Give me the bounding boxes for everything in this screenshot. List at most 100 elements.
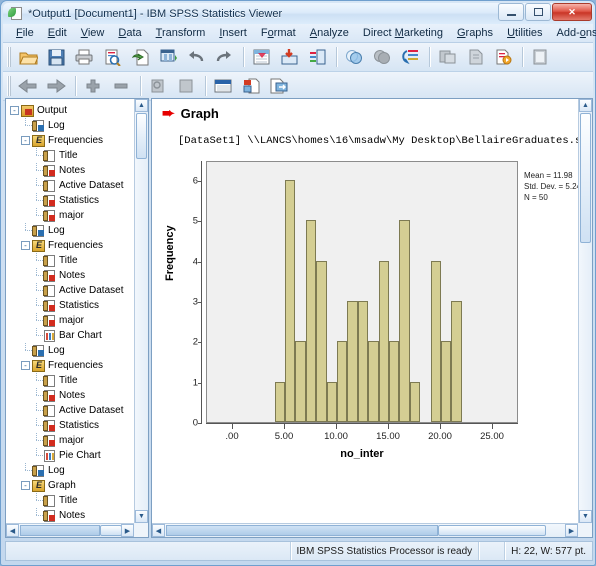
tree-node[interactable]: Notes xyxy=(10,388,134,403)
tree-node[interactable]: - Frequencies xyxy=(10,358,134,373)
menu-data[interactable]: Data xyxy=(111,26,148,40)
scroll-left-arrow[interactable]: ◀ xyxy=(6,524,19,537)
tree-node[interactable]: Log xyxy=(10,223,134,238)
menu-view[interactable]: View xyxy=(74,26,112,40)
tree-node[interactable]: Statistics xyxy=(10,418,134,433)
tree-node[interactable]: Title xyxy=(10,493,134,508)
tree-node[interactable]: - Output xyxy=(10,103,134,118)
tree-node[interactable]: Log xyxy=(10,463,134,478)
weight-cases-icon[interactable] xyxy=(369,45,395,70)
show-all-variables-icon[interactable] xyxy=(490,45,516,70)
histogram-chart[interactable]: Frequency 0123456 .00 5.00 10.00 15.00 20.00… xyxy=(162,161,578,481)
tree-expander-toggle[interactable]: - xyxy=(21,241,30,250)
tree-expander-toggle[interactable]: - xyxy=(21,361,30,370)
goto-data-icon[interactable] xyxy=(248,45,274,70)
menu-format[interactable]: Format xyxy=(254,26,303,40)
content-vertical-scrollbar[interactable]: ▲ ▼ xyxy=(578,99,592,523)
tree-expander-toggle[interactable]: - xyxy=(10,106,19,115)
tree-node[interactable]: - Frequencies xyxy=(10,133,134,148)
tree-node[interactable]: Title xyxy=(10,373,134,388)
scroll-down-arrow[interactable]: ▼ xyxy=(135,510,148,523)
scroll-track[interactable] xyxy=(166,525,438,536)
tree-node[interactable]: Log xyxy=(10,118,134,133)
print-preview-icon[interactable] xyxy=(99,45,125,70)
scroll-up-arrow[interactable]: ▲ xyxy=(135,99,148,112)
scroll-thumb[interactable] xyxy=(580,113,591,243)
tree-node[interactable]: Active Dataset xyxy=(10,178,134,193)
tree-node[interactable]: Active Dataset xyxy=(10,403,134,418)
insert-text-icon[interactable] xyxy=(238,74,264,99)
undo-icon[interactable] xyxy=(183,45,209,70)
export-icon[interactable] xyxy=(127,45,153,70)
graph-heading[interactable]: ➨ Graph xyxy=(162,106,578,122)
tree-node[interactable]: Active Dataset xyxy=(10,283,134,298)
menu-insert[interactable]: Insert xyxy=(212,26,254,40)
back-arrow-icon[interactable] xyxy=(15,74,41,99)
forward-arrow-icon[interactable] xyxy=(43,74,69,99)
maximize-button[interactable] xyxy=(525,3,551,21)
scroll-right-arrow[interactable]: ▶ xyxy=(565,524,578,537)
goto-case-icon[interactable] xyxy=(276,45,302,70)
menu-analyze[interactable]: Analyze xyxy=(303,26,356,40)
output-outline-tree[interactable]: - Output Log - Frequencies Title Notes Active D… xyxy=(6,99,134,523)
menu-add-ons[interactable]: Add-ons xyxy=(550,26,596,40)
open-file-icon[interactable] xyxy=(15,45,41,70)
scroll-thumb[interactable] xyxy=(438,525,546,536)
tree-node[interactable]: Notes xyxy=(10,163,134,178)
value-labels-icon[interactable] xyxy=(434,45,460,70)
use-variable-sets-icon[interactable] xyxy=(462,45,488,70)
insert-heading-icon[interactable] xyxy=(210,74,236,99)
tree-node[interactable]: Title xyxy=(10,148,134,163)
tree-node[interactable]: Log xyxy=(10,343,134,358)
tree-node[interactable]: Notes xyxy=(10,508,134,523)
processor-status: IBM SPSS Statistics Processor is ready xyxy=(289,542,479,560)
promote-icon[interactable] xyxy=(173,74,199,99)
print-icon[interactable] xyxy=(71,45,97,70)
menu-direct-marketing[interactable]: Direct Marketing xyxy=(356,26,450,40)
split-file-icon[interactable] xyxy=(341,45,367,70)
scroll-left-arrow[interactable]: ◀ xyxy=(152,524,165,537)
scroll-thumb[interactable] xyxy=(136,113,147,159)
tree-expander-toggle[interactable]: - xyxy=(21,481,30,490)
close-button[interactable]: ✕ xyxy=(552,3,592,21)
redo-icon[interactable] xyxy=(211,45,237,70)
menu-utilities[interactable]: Utilities xyxy=(500,26,549,40)
expand-icon[interactable] xyxy=(80,74,106,99)
toolbar-grip[interactable] xyxy=(7,76,11,96)
tree-node[interactable]: major xyxy=(10,208,134,223)
tree-node[interactable]: Statistics xyxy=(10,193,134,208)
tree-expander-toggle[interactable]: - xyxy=(21,136,30,145)
scroll-up-arrow[interactable]: ▲ xyxy=(579,99,592,112)
insert-variable-icon[interactable] xyxy=(304,45,330,70)
tree-node[interactable]: Title xyxy=(10,253,134,268)
menu-edit[interactable]: Edit xyxy=(41,26,74,40)
tree-node[interactable]: Statistics xyxy=(10,298,134,313)
insert-data-icon[interactable] xyxy=(155,45,181,70)
select-cases-icon[interactable] xyxy=(397,45,423,70)
tree-node[interactable]: major xyxy=(10,313,134,328)
tree-node[interactable]: Notes xyxy=(10,268,134,283)
tree-node[interactable]: Bar Chart xyxy=(10,328,134,343)
tree-node[interactable]: Pie Chart xyxy=(10,448,134,463)
status-left-cell xyxy=(6,542,290,560)
minimize-button[interactable] xyxy=(498,3,524,21)
insert-object-icon[interactable] xyxy=(266,74,292,99)
save-icon[interactable] xyxy=(43,45,69,70)
toolbar-grip[interactable] xyxy=(7,47,11,67)
tree-node[interactable]: - Graph xyxy=(10,478,134,493)
content-horizontal-scrollbar[interactable]: ◀ ▶ xyxy=(152,523,578,537)
outline-vertical-scrollbar[interactable]: ▲ ▼ xyxy=(134,99,148,523)
collapse-icon[interactable] xyxy=(108,74,134,99)
menu-file[interactable]: File xyxy=(9,26,41,40)
scroll-track[interactable] xyxy=(20,525,100,536)
scroll-down-arrow[interactable]: ▼ xyxy=(579,510,592,523)
tree-node[interactable]: - Frequencies xyxy=(10,238,134,253)
tree-node[interactable]: major xyxy=(10,433,134,448)
menu-graphs[interactable]: Graphs xyxy=(450,26,500,40)
scroll-right-arrow[interactable]: ▶ xyxy=(121,524,134,537)
spell-check-icon[interactable] xyxy=(527,45,553,70)
scroll-thumb[interactable] xyxy=(100,525,122,536)
menu-transform[interactable]: Transform xyxy=(149,26,213,40)
outline-horizontal-scrollbar[interactable]: ◀ ▶ xyxy=(6,523,134,537)
show-hide-icon[interactable] xyxy=(145,74,171,99)
